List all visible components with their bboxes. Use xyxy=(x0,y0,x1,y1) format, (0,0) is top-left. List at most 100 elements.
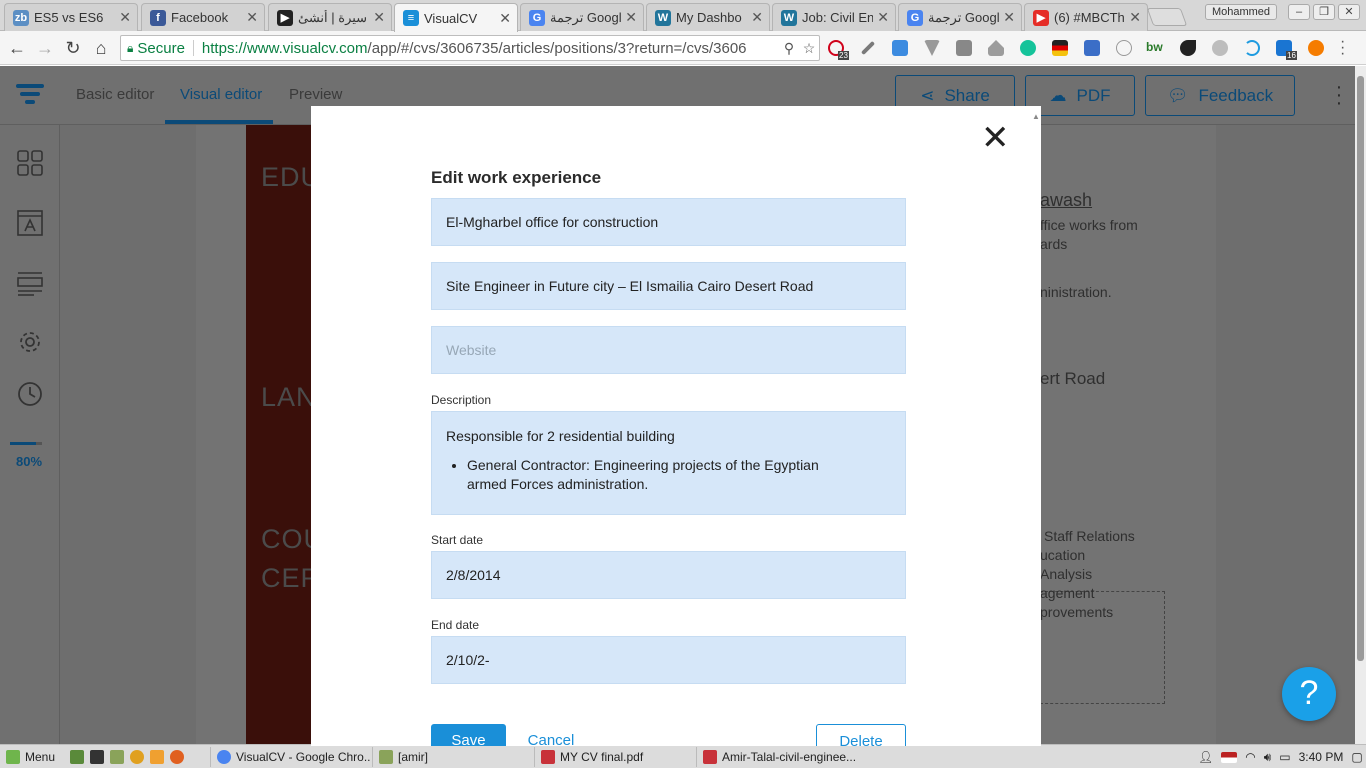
browser-tab-active[interactable]: ≡ VisualCV ✕ xyxy=(394,3,518,32)
close-tab-icon[interactable]: ✕ xyxy=(246,9,258,26)
close-tab-icon[interactable]: ✕ xyxy=(877,9,889,26)
active-tab-indicator xyxy=(165,120,273,124)
clock[interactable]: 3:40 PM xyxy=(1299,750,1344,764)
tab-preview[interactable]: Preview xyxy=(289,86,342,103)
close-tab-icon[interactable]: ✕ xyxy=(625,9,637,26)
page-scrollbar[interactable] xyxy=(1355,66,1366,744)
files-icon[interactable] xyxy=(110,750,124,764)
tab-basic-editor[interactable]: Basic editor xyxy=(76,86,154,103)
volume-icon[interactable]: 🔊︎ xyxy=(1264,750,1272,765)
help-button[interactable]: ? xyxy=(1282,667,1336,721)
close-tab-icon[interactable]: ✕ xyxy=(499,10,511,27)
cancel-button[interactable]: Cancel xyxy=(521,724,581,746)
eyedropper-extension-icon[interactable] xyxy=(860,40,876,56)
browser-tab[interactable]: W My Dashbo ✕ xyxy=(646,3,770,31)
window-title: MY CV final.pdf xyxy=(560,750,644,764)
circle-extension-icon[interactable] xyxy=(1116,40,1132,56)
taskbar-window[interactable]: [amir] xyxy=(372,747,532,767)
profile-button[interactable]: Mohammed xyxy=(1205,4,1277,20)
taskbar-window[interactable]: Amir-Talal-civil-enginee... xyxy=(696,747,856,767)
secure-label: Secure xyxy=(137,39,185,57)
tab-title: My Dashbo xyxy=(676,10,742,25)
reload-icon[interactable]: ↻ xyxy=(62,37,84,59)
minimize-icon[interactable]: – xyxy=(1288,4,1310,20)
position-field[interactable]: Site Engineer in Future city – El Ismail… xyxy=(431,262,906,310)
pdf-button[interactable]: ☁ PDF xyxy=(1025,75,1135,116)
close-window-icon[interactable]: ✕ xyxy=(1338,4,1360,20)
taskbar-window[interactable]: MY CV final.pdf xyxy=(534,747,694,767)
sublime-icon[interactable] xyxy=(150,750,164,764)
history-icon[interactable] xyxy=(17,381,43,407)
browser-tab[interactable]: f Facebook ✕ xyxy=(141,3,265,31)
start-menu-button[interactable]: Menu xyxy=(6,747,55,767)
sections-icon[interactable] xyxy=(17,270,43,296)
terminal-icon[interactable] xyxy=(90,750,104,764)
browser-tab[interactable]: W Job: Civil En ✕ xyxy=(772,3,896,31)
close-tab-icon[interactable]: ✕ xyxy=(1129,9,1141,26)
layout-grid-icon[interactable] xyxy=(17,150,43,176)
edit-work-experience-dialog: ✕ Edit work experience El-Mgharbel offic… xyxy=(311,106,1041,746)
blue-extension-icon[interactable] xyxy=(892,40,908,56)
star-icon[interactable]: ☆ xyxy=(799,40,819,57)
browser-tab[interactable]: zb ES5 vs ES6 ✕ xyxy=(4,3,138,31)
browser-tab[interactable]: ▶ (6) #MBCTh ✕ xyxy=(1024,3,1148,31)
flag-extension-icon[interactable] xyxy=(1052,40,1068,56)
bw-extension-icon[interactable]: bw xyxy=(1146,40,1166,56)
close-tab-icon[interactable]: ✕ xyxy=(373,9,385,26)
pdf-icon xyxy=(541,750,555,764)
feedback-button[interactable]: 💬︎ Feedback xyxy=(1145,75,1295,116)
browser-menu-icon[interactable]: · · · xyxy=(1340,34,1345,62)
taskbar-window[interactable]: VisualCV - Google Chro... xyxy=(210,747,370,767)
chrome-launcher-icon[interactable] xyxy=(130,750,144,764)
home-icon[interactable]: ⌂ xyxy=(90,37,112,59)
company-field[interactable]: El-Mgharbel office for construction xyxy=(431,198,906,246)
typography-icon[interactable] xyxy=(17,210,43,236)
browser-tab[interactable]: G ترجمة Google ✕ xyxy=(898,3,1022,31)
tab-title: (6) #MBCTh xyxy=(1054,10,1125,25)
save-button[interactable]: Save xyxy=(431,724,506,746)
settings-icon[interactable] xyxy=(17,329,43,355)
back-icon[interactable]: ← xyxy=(6,37,28,59)
download-extension-icon[interactable] xyxy=(1084,40,1100,56)
scroll-up-icon[interactable]: ▲ xyxy=(1032,112,1040,121)
firefox-icon[interactable] xyxy=(170,750,184,764)
address-bar[interactable]: 🔒︎ Secure https://www.visualcv.com/app/#… xyxy=(120,35,820,61)
grammarly-icon[interactable] xyxy=(1020,40,1036,56)
end-date-field[interactable]: 2/10/2- xyxy=(431,636,906,684)
dialog-scrollbar[interactable]: ▲ xyxy=(1027,106,1041,746)
start-date-field[interactable]: 2/8/2014 xyxy=(431,551,906,599)
close-tab-icon[interactable]: ✕ xyxy=(751,9,763,26)
camera-extension-icon[interactable] xyxy=(956,40,972,56)
tab-visual-editor[interactable]: Visual editor xyxy=(180,86,262,103)
new-tab-button[interactable] xyxy=(1146,8,1188,26)
close-tab-icon[interactable]: ✕ xyxy=(119,9,131,26)
user-icon[interactable]: 👤︎ xyxy=(1198,750,1213,764)
wave-extension-icon[interactable] xyxy=(1244,40,1260,56)
battery-icon[interactable]: ▭ xyxy=(1279,750,1290,764)
browser-tab[interactable]: ▶ سيرة | أنشئ ✕ xyxy=(268,3,392,31)
delete-button[interactable]: Delete xyxy=(816,724,906,746)
browser-tab[interactable]: G ترجمة Google ✕ xyxy=(520,3,644,31)
resume-text: ffice works from xyxy=(1040,217,1138,233)
description-field[interactable]: Responsible for 2 residential building G… xyxy=(431,411,906,515)
v-extension-icon[interactable] xyxy=(924,40,940,56)
maximize-icon[interactable]: ❐ xyxy=(1313,4,1335,20)
keyboard-layout-icon[interactable] xyxy=(1221,751,1238,763)
wordpress-icon: W xyxy=(781,9,797,26)
home-extension-icon[interactable] xyxy=(988,40,1004,56)
close-icon[interactable]: ✕ xyxy=(981,121,1010,155)
tab-title: Facebook xyxy=(171,10,229,25)
wifi-icon[interactable]: ◠ xyxy=(1245,750,1255,764)
dark-extension-icon[interactable] xyxy=(1180,40,1196,56)
key-icon[interactable]: ⚲ xyxy=(779,40,799,57)
website-field[interactable]: Website xyxy=(431,326,906,374)
show-desktop-icon[interactable]: ▢ xyxy=(1351,750,1362,764)
more-options-icon[interactable]: · · · xyxy=(1334,77,1344,113)
wordpress-icon: W xyxy=(655,9,671,26)
tab-title: سيرة | أنشئ xyxy=(298,9,368,25)
orange-extension-icon[interactable] xyxy=(1308,40,1324,56)
forward-icon[interactable]: → xyxy=(34,37,56,59)
close-tab-icon[interactable]: ✕ xyxy=(1003,9,1015,26)
desktop-icon[interactable] xyxy=(70,750,84,764)
gray-extension-icon[interactable] xyxy=(1212,40,1228,56)
